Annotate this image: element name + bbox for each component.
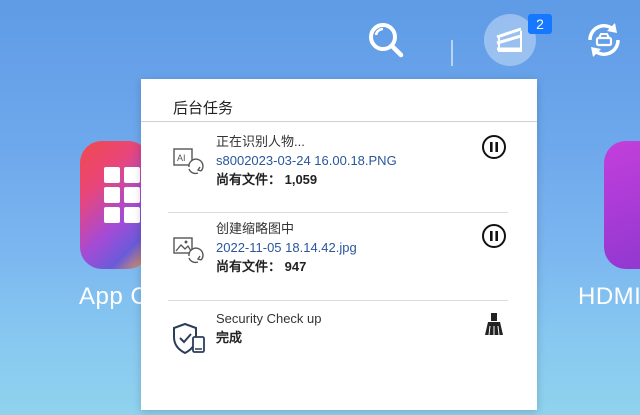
pause-button[interactable] — [481, 223, 507, 249]
task-remaining-count: 尚有文件： 947 — [216, 259, 307, 274]
search-icon[interactable] — [362, 16, 410, 64]
app-center-label: App C — [79, 283, 149, 310]
task-status: 创建缩略图中 — [216, 221, 295, 236]
sync-device-icon[interactable] — [580, 16, 628, 64]
app-center-tile[interactable] — [80, 141, 150, 269]
task-remaining-count: 尚有文件： 1,059 — [216, 172, 318, 187]
panel-header-divider — [141, 121, 537, 122]
task-result: 完成 — [216, 330, 243, 345]
ai-recognition-icon: AI — [171, 145, 205, 179]
security-shield-icon — [171, 321, 205, 355]
toolbar-divider — [451, 40, 453, 66]
clear-task-button[interactable] — [481, 311, 507, 337]
hdmi-app-label: HDMI — [578, 283, 640, 310]
pause-icon — [482, 135, 506, 159]
top-toolbar: 2 — [0, 0, 640, 76]
task-text: 正在识别人物... s8002023-03-24 16.00.18.PNG 尚有… — [216, 132, 397, 189]
background-tasks-icon — [496, 27, 522, 52]
task-status: Security Check up — [216, 311, 322, 326]
task-file-name[interactable]: s8002023-03-24 16.00.18.PNG — [216, 151, 397, 170]
task-divider — [168, 212, 508, 213]
thumbnail-image-icon — [171, 234, 205, 268]
clear-broom-icon — [485, 313, 503, 336]
task-text: Security Check up 完成 — [216, 309, 322, 347]
task-status: 正在识别人物... — [216, 134, 305, 149]
tasks-count-badge: 2 — [528, 14, 552, 34]
pause-icon — [482, 224, 506, 248]
task-divider — [168, 300, 508, 301]
pause-button[interactable] — [481, 134, 507, 160]
task-text: 创建缩略图中 2022-11-05 18.14.42.jpg 尚有文件： 947 — [216, 219, 357, 276]
hdmi-app-tile[interactable] — [604, 141, 640, 269]
task-file-name[interactable]: 2022-11-05 18.14.42.jpg — [216, 238, 357, 257]
background-tasks-panel: 后台任务 AI 正在识别人物... s8002023-03-24 16.00.1… — [141, 79, 537, 410]
panel-title: 后台任务 — [173, 100, 234, 117]
svg-text:AI: AI — [177, 153, 186, 163]
